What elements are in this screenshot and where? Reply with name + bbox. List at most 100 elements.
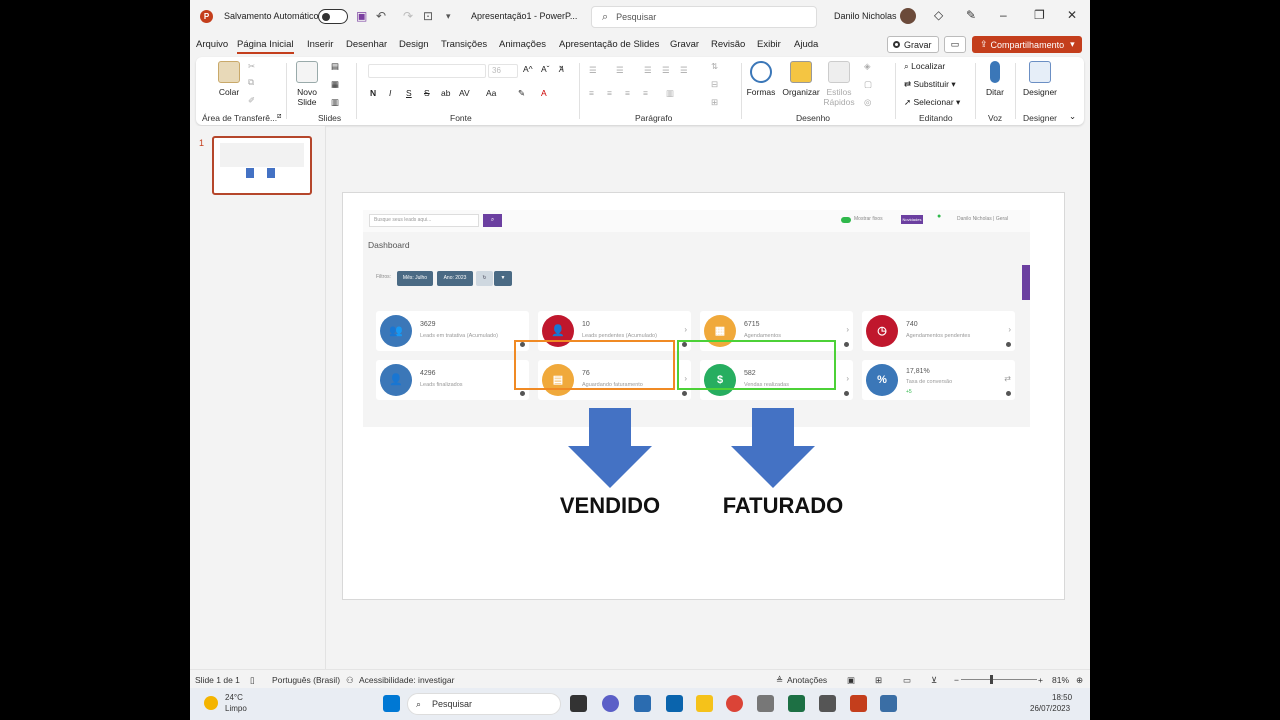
- sorter-view-icon[interactable]: ⊞: [875, 675, 882, 686]
- accessibility-status[interactable]: Acessibilidade: investigar: [359, 675, 454, 685]
- teams-icon[interactable]: [602, 695, 619, 712]
- zoom-slider[interactable]: [961, 679, 1037, 680]
- language[interactable]: Português (Brasil): [272, 675, 340, 685]
- change-case-icon[interactable]: Aa: [486, 88, 496, 98]
- underline-icon[interactable]: S: [406, 88, 412, 98]
- slide-thumbnail[interactable]: [212, 136, 312, 195]
- restore-icon[interactable]: ❐: [1034, 8, 1045, 22]
- temperature[interactable]: 24°C: [225, 693, 243, 702]
- designer-button[interactable]: Designer: [1020, 61, 1060, 97]
- settings-icon[interactable]: [757, 695, 774, 712]
- shrink-font-icon[interactable]: Aˇ: [541, 64, 550, 74]
- tab-revisao[interactable]: Revisão: [711, 39, 745, 50]
- effects-icon[interactable]: ◎: [864, 97, 871, 108]
- copy-icon[interactable]: ⧉: [248, 77, 254, 88]
- close-icon[interactable]: ✕: [1067, 8, 1077, 22]
- grow-font-icon[interactable]: A^: [523, 64, 533, 74]
- tab-ajuda[interactable]: Ajuda: [794, 39, 818, 50]
- line-spacing-icon[interactable]: ☰: [680, 65, 688, 76]
- columns-icon[interactable]: ▥: [666, 88, 674, 99]
- indent-dec-icon[interactable]: ☰: [644, 65, 652, 76]
- customize-qat-icon[interactable]: ▾: [446, 11, 451, 22]
- bullets-icon[interactable]: ☰: [589, 65, 597, 76]
- align-left-icon[interactable]: ≡: [589, 88, 594, 98]
- tab-desenhar[interactable]: Desenhar: [346, 39, 387, 50]
- undo-icon[interactable]: ↶: [376, 9, 386, 23]
- diamond-icon[interactable]: ◇: [934, 8, 943, 22]
- align-right-icon[interactable]: ≡: [625, 88, 630, 98]
- minimize-icon[interactable]: –: [1000, 8, 1007, 22]
- select-button[interactable]: ➚ Selecionar ▾: [904, 97, 960, 108]
- powerpoint-taskbar-icon[interactable]: [850, 695, 867, 712]
- fit-slide-icon[interactable]: ⊕: [1076, 675, 1083, 686]
- calculator-icon[interactable]: [819, 695, 836, 712]
- dialog-launcher-icon[interactable]: ⧄: [277, 113, 281, 121]
- slideshow-view-icon[interactable]: ⊻: [931, 675, 937, 686]
- clear-format-icon[interactable]: Ꞻ: [559, 64, 564, 75]
- justify-icon[interactable]: ≡: [643, 88, 648, 98]
- format-painter-icon[interactable]: ✐: [248, 95, 255, 106]
- section-icon[interactable]: ▥: [331, 97, 339, 108]
- tab-arquivo[interactable]: Arquivo: [196, 39, 228, 50]
- cut-icon[interactable]: ✂: [248, 61, 255, 72]
- strike-icon[interactable]: S: [424, 88, 430, 98]
- arrange-button[interactable]: Organizar: [782, 61, 820, 97]
- pen-icon[interactable]: ✎: [966, 8, 976, 22]
- windows-start-icon[interactable]: [383, 695, 400, 712]
- find-button[interactable]: ⌕ Localizar: [904, 61, 945, 72]
- label-faturado[interactable]: FATURADO: [713, 493, 853, 519]
- new-slide-button[interactable]: Novo Slide: [292, 61, 322, 107]
- comments-button[interactable]: ▭: [944, 36, 966, 53]
- excel-icon[interactable]: [788, 695, 805, 712]
- tab-exibir[interactable]: Exibir: [757, 39, 781, 50]
- notes-book-icon[interactable]: ▯: [250, 675, 255, 686]
- char-spacing-icon[interactable]: AV: [459, 88, 470, 98]
- share-button[interactable]: ⇪ Compartilhamento ▾: [972, 36, 1082, 53]
- notes-icon[interactable]: ≜: [776, 675, 783, 686]
- vscode-icon[interactable]: [634, 695, 651, 712]
- slide-canvas[interactable]: Busque seus leads aqui... ⌕ Mostrar fixo…: [342, 192, 1065, 600]
- fill-icon[interactable]: ◈: [864, 61, 871, 72]
- outlook-icon[interactable]: [666, 695, 683, 712]
- zoom-level[interactable]: 81%: [1052, 675, 1069, 685]
- clock-date[interactable]: 26/07/2023: [1030, 704, 1070, 713]
- font-name-box[interactable]: [368, 64, 486, 78]
- presenter-icon[interactable]: ⊡: [423, 9, 433, 23]
- tab-transicoes[interactable]: Transições: [441, 39, 487, 50]
- zoom-knob[interactable]: [990, 675, 993, 684]
- indent-inc-icon[interactable]: ☰: [662, 65, 670, 76]
- zoom-out-icon[interactable]: −: [954, 675, 959, 685]
- tab-animacoes[interactable]: Animações: [499, 39, 546, 50]
- taskbar-search[interactable]: ⌕ Pesquisar: [407, 693, 561, 715]
- tab-apresentacao[interactable]: Apresentação de Slides: [559, 39, 659, 50]
- layout-icon[interactable]: ▤: [331, 61, 339, 72]
- autosave-toggle[interactable]: [318, 9, 348, 24]
- align-text-icon[interactable]: ⊟: [711, 79, 718, 90]
- replace-button[interactable]: ⇄ Substituir ▾: [904, 79, 956, 90]
- search-box[interactable]: ⌕ Pesquisar: [591, 6, 817, 28]
- reset-icon[interactable]: ▦: [331, 79, 339, 90]
- text-direction-icon[interactable]: ⇅: [711, 61, 718, 72]
- outline-icon[interactable]: ▢: [864, 79, 872, 90]
- clock-time[interactable]: 18:50: [1052, 693, 1072, 702]
- user-name[interactable]: Danilo Nicholas: [834, 11, 897, 21]
- tab-design[interactable]: Design: [399, 39, 429, 50]
- chrome-icon[interactable]: [726, 695, 743, 712]
- highlight-icon[interactable]: ✎: [518, 88, 525, 99]
- label-vendido[interactable]: VENDIDO: [556, 493, 664, 519]
- dictate-button[interactable]: Ditar: [982, 61, 1008, 97]
- notes-button[interactable]: Anotações: [787, 675, 827, 685]
- numbering-icon[interactable]: ☰: [616, 65, 624, 76]
- task-view-icon[interactable]: [570, 695, 587, 712]
- font-color-icon[interactable]: A: [541, 88, 547, 98]
- avatar[interactable]: [900, 8, 916, 24]
- font-size-box[interactable]: 36: [488, 64, 518, 78]
- reading-view-icon[interactable]: ▭: [903, 675, 911, 686]
- paste-button[interactable]: Colar: [214, 61, 244, 97]
- tab-gravar[interactable]: Gravar: [670, 39, 699, 50]
- remote-desktop-icon[interactable]: [880, 695, 897, 712]
- quick-styles-button[interactable]: Estilos Rápidos: [822, 61, 856, 107]
- chevron-down-icon[interactable]: ▾: [1070, 39, 1075, 50]
- bold-icon[interactable]: N: [370, 88, 376, 98]
- align-center-icon[interactable]: ≡: [607, 88, 612, 98]
